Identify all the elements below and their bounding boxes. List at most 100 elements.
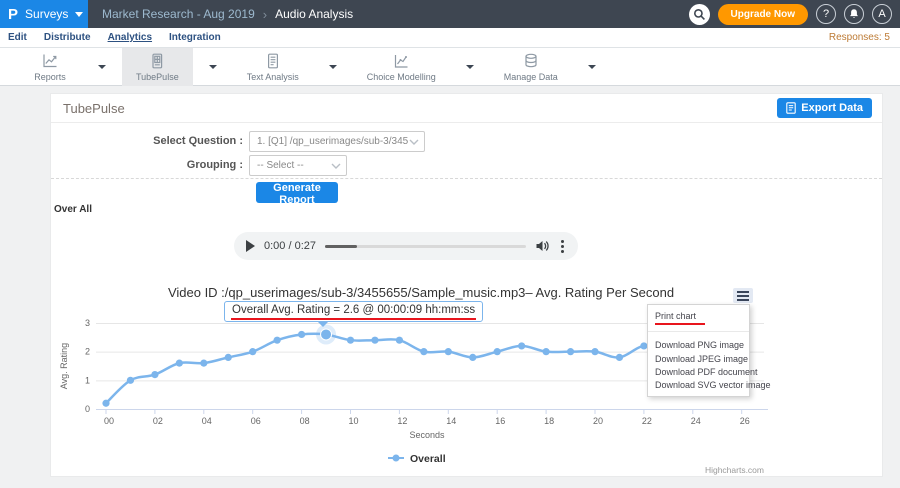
- chevron-down-icon[interactable]: [209, 65, 217, 69]
- select-question-value: 1. [Q1] /qp_userimages/sub-3/3455655/S..…: [257, 136, 408, 147]
- print-chart-label: Print chart: [655, 311, 696, 321]
- svg-text:Avg. Rating: Avg. Rating: [59, 343, 69, 389]
- upgrade-now-button[interactable]: Upgrade Now: [718, 4, 808, 25]
- surveys-product-menu[interactable]: P Surveys: [0, 0, 88, 28]
- breadcrumb-survey-name[interactable]: Market Research - Aug 2019: [102, 7, 255, 21]
- menu-item-distribute[interactable]: Distribute: [44, 32, 91, 43]
- svg-text:00: 00: [104, 416, 114, 426]
- svg-text:2: 2: [85, 347, 90, 357]
- help-button[interactable]: ?: [816, 4, 836, 24]
- select-question-label: Select Question :: [51, 135, 243, 147]
- search-icon: [693, 8, 706, 21]
- player-menu-icon[interactable]: [559, 238, 566, 255]
- hamburger-icon: [737, 291, 749, 293]
- notifications-button[interactable]: [844, 4, 864, 24]
- analytics-toolbar: Reports TubePulse: [0, 48, 900, 86]
- search-button[interactable]: [689, 4, 710, 25]
- chart-context-menu-button[interactable]: [733, 288, 753, 303]
- svg-text:16: 16: [495, 416, 505, 426]
- svg-text:Video ID :/qp_userimages/sub-3: Video ID :/qp_userimages/sub-3/3455655/S…: [168, 285, 674, 300]
- panel-header: TubePulse Export Data: [51, 94, 882, 123]
- export-file-icon: [786, 102, 796, 114]
- user-avatar[interactable]: A: [872, 4, 892, 24]
- panel-title: TubePulse: [63, 101, 125, 116]
- chart-export-menu: Print chart Download PNG image Download …: [647, 304, 750, 397]
- main-menubar: Edit Distribute Analytics Integration Re…: [0, 28, 900, 48]
- toolbar-label: Manage Data: [504, 72, 558, 82]
- svg-text:12: 12: [397, 416, 407, 426]
- svg-text:14: 14: [446, 416, 456, 426]
- svg-text:02: 02: [153, 416, 163, 426]
- chart-tooltip-text: Overall Avg. Rating = 2.6 @ 00:00:09 hh:…: [232, 304, 475, 316]
- chevron-down-icon[interactable]: [329, 65, 337, 69]
- top-header: P Surveys Market Research - Aug 2019 › A…: [0, 0, 900, 28]
- database-icon: [522, 52, 540, 70]
- print-chart-red-underline: [655, 323, 705, 325]
- menu-item-download-pdf[interactable]: Download PDF document: [648, 365, 749, 378]
- menu-item-integration[interactable]: Integration: [169, 32, 221, 43]
- bell-icon: [848, 8, 860, 20]
- svg-text:Seconds: Seconds: [409, 430, 445, 440]
- svg-text:10: 10: [348, 416, 358, 426]
- volume-icon[interactable]: [535, 239, 550, 253]
- svg-text:Overall: Overall: [410, 453, 446, 465]
- svg-text:22: 22: [642, 416, 652, 426]
- toolbar-item-text-analysis[interactable]: Text Analysis: [233, 48, 353, 85]
- tooltip-red-underline: [231, 318, 476, 321]
- audio-played-segment: [325, 245, 357, 248]
- breadcrumb-page-name: Audio Analysis: [275, 7, 353, 21]
- menu-item-download-png[interactable]: Download PNG image: [648, 338, 749, 351]
- toolbar-label: Reports: [34, 72, 66, 82]
- toolbar-label: Text Analysis: [247, 72, 299, 82]
- audio-seek-bar[interactable]: [325, 245, 526, 248]
- chevron-down-icon[interactable]: [466, 65, 474, 69]
- svg-text:18: 18: [544, 416, 554, 426]
- line-chart-icon: [41, 52, 59, 70]
- svg-text:Highcharts.com: Highcharts.com: [705, 465, 764, 475]
- breadcrumb: Market Research - Aug 2019 › Audio Analy…: [102, 7, 353, 22]
- toolbar-item-manage-data[interactable]: Manage Data: [490, 48, 612, 85]
- play-button-icon[interactable]: [246, 240, 255, 252]
- breadcrumb-separator-icon: ›: [263, 7, 267, 22]
- select-question-dropdown[interactable]: 1. [Q1] /qp_userimages/sub-3/3455655/S..…: [249, 131, 425, 152]
- toolbar-label: TubePulse: [136, 72, 179, 82]
- svg-text:04: 04: [202, 416, 212, 426]
- chevron-down-icon[interactable]: [98, 65, 106, 69]
- menu-item-print-chart[interactable]: Print chart: [648, 309, 749, 326]
- app-page: P Surveys Market Research - Aug 2019 › A…: [0, 0, 900, 488]
- menu-item-edit[interactable]: Edit: [8, 32, 27, 43]
- text-document-icon: [264, 52, 282, 70]
- svg-text:0: 0: [85, 404, 90, 414]
- responses-count[interactable]: Responses: 5: [829, 32, 890, 43]
- menu-item-download-jpeg[interactable]: Download JPEG image: [648, 352, 749, 365]
- export-data-button[interactable]: Export Data: [777, 98, 872, 118]
- header-actions: Upgrade Now ? A: [689, 4, 900, 25]
- form-separator: [51, 178, 882, 179]
- toolbar-label: Choice Modelling: [367, 72, 436, 82]
- chevron-down-icon: [408, 138, 420, 146]
- export-data-label: Export Data: [801, 102, 863, 114]
- menu-separator: [648, 331, 749, 332]
- toolbar-item-reports[interactable]: Reports: [18, 48, 122, 85]
- overall-section-label: Over All: [54, 204, 92, 215]
- scatter-chart-icon: [392, 52, 410, 70]
- svg-text:08: 08: [300, 416, 310, 426]
- grouping-label: Grouping :: [51, 159, 243, 171]
- svg-text:26: 26: [740, 416, 750, 426]
- chevron-down-icon[interactable]: [588, 65, 596, 69]
- tubepulse-panel: TubePulse Export Data Select Question : …: [50, 93, 883, 477]
- grouping-dropdown[interactable]: -- Select --: [249, 155, 347, 176]
- svg-text:24: 24: [691, 416, 701, 426]
- toolbar-item-choice-modelling[interactable]: Choice Modelling: [353, 48, 490, 85]
- menu-item-analytics[interactable]: Analytics: [108, 32, 152, 43]
- svg-text:3: 3: [85, 318, 90, 328]
- svg-text:06: 06: [251, 416, 261, 426]
- chevron-down-icon: [75, 12, 83, 17]
- audio-player: 0:00 / 0:27: [234, 232, 578, 260]
- generate-report-button[interactable]: Generate Report: [256, 182, 338, 203]
- device-report-icon: [148, 52, 166, 70]
- svg-text:20: 20: [593, 416, 603, 426]
- menu-item-download-svg[interactable]: Download SVG vector image: [648, 378, 749, 391]
- toolbar-item-tubepulse[interactable]: TubePulse: [122, 48, 233, 85]
- product-label: Surveys: [25, 7, 68, 21]
